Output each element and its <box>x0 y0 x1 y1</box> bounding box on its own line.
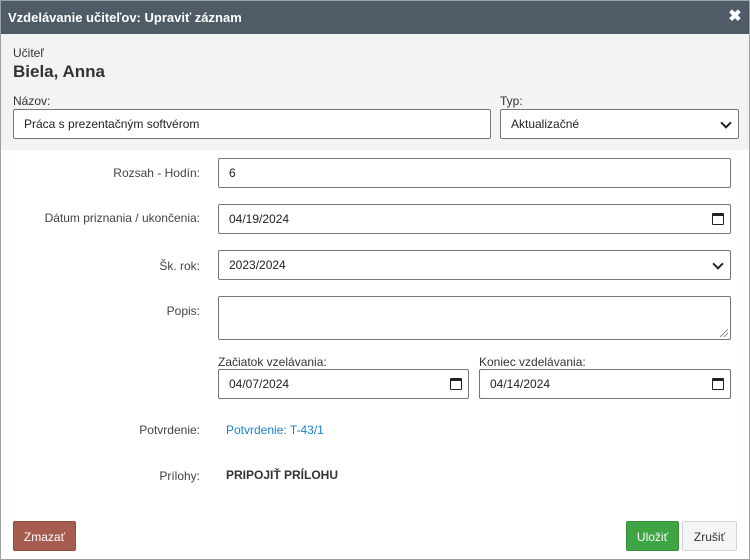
calendar-icon[interactable] <box>712 378 724 390</box>
end-label: Koniec vzdelávania: <box>479 355 586 369</box>
name-label: Názov: <box>13 94 51 108</box>
start-label: Začiatok vzelávania: <box>218 355 327 369</box>
name-input[interactable]: Práca s prezentačným softvérom <box>13 109 491 139</box>
confirmation-link[interactable]: Potvrdenie: T-43/1 <box>226 423 324 437</box>
school-year-select[interactable]: 2023/2024 <box>218 250 731 280</box>
teacher-name: Biela, Anna <box>13 62 105 81</box>
grant-date-value: 04/19/2024 <box>229 212 290 226</box>
attachments-label: Prílohy: <box>159 469 200 483</box>
grant-date-label: Dátum priznania / ukončenia: <box>44 211 200 225</box>
teacher-label: Učiteľ <box>13 46 44 60</box>
cancel-button[interactable]: Zrušiť <box>682 521 737 551</box>
description-textarea[interactable] <box>218 296 731 340</box>
close-icon[interactable]: ✖ <box>727 8 743 26</box>
end-date-value: 04/14/2024 <box>490 377 551 391</box>
start-date-input[interactable]: 04/07/2024 <box>218 369 469 399</box>
hours-label: Rozsah - Hodín: <box>113 166 200 180</box>
confirmation-label: Potvrdenie: <box>139 423 200 437</box>
type-label: Typ: <box>500 94 523 108</box>
calendar-icon[interactable] <box>712 213 724 225</box>
school-year-value: 2023/2024 <box>229 258 286 272</box>
edit-record-dialog: Vzdelávanie učiteľov: Upraviť záznam ✖ U… <box>0 0 750 560</box>
hours-input[interactable]: 6 <box>218 158 731 188</box>
resize-grip-icon[interactable] <box>720 329 728 337</box>
type-select-value: Aktualizačné <box>511 117 580 131</box>
dialog-title: Vzdelávanie učiteľov: Upraviť záznam <box>8 10 242 25</box>
calendar-icon[interactable] <box>450 378 462 390</box>
end-date-input[interactable]: 04/14/2024 <box>479 369 731 399</box>
description-label: Popis: <box>166 304 200 318</box>
save-button[interactable]: Uložiť <box>626 521 679 551</box>
delete-button[interactable]: Zmazať <box>13 521 76 551</box>
attach-file-button[interactable]: PRIPOJIŤ PRÍLOHU <box>226 468 338 482</box>
school-year-label: Šk. rok: <box>159 259 200 273</box>
start-date-value: 04/07/2024 <box>229 377 290 391</box>
grant-date-input[interactable]: 04/19/2024 <box>218 204 731 234</box>
dialog-titlebar: Vzdelávanie učiteľov: Upraviť záznam ✖ <box>1 1 749 34</box>
type-select[interactable]: Aktualizačné <box>500 109 739 139</box>
